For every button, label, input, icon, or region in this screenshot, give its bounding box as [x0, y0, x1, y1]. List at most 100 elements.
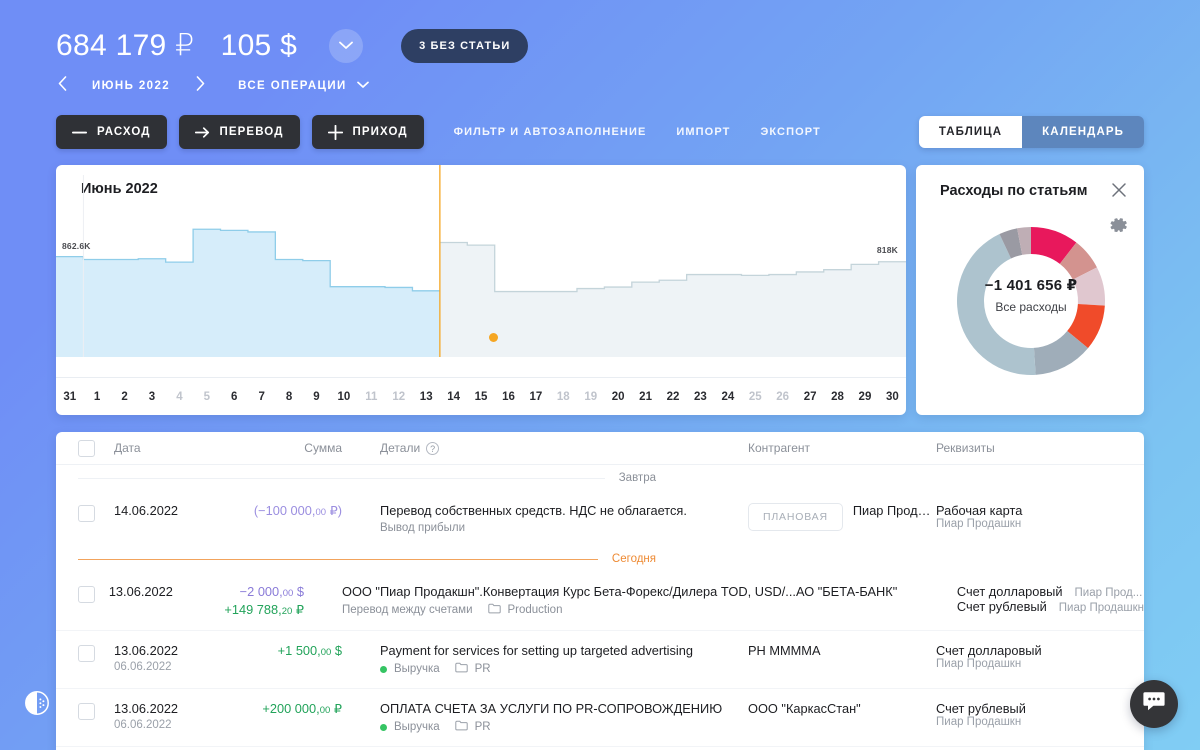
- table-row[interactable]: 13.06.202213.06.2022+97 000,00 ₽+27 000,…: [56, 746, 1144, 750]
- chart-x-tick: 29: [858, 390, 872, 403]
- row-date: 14.06.2022: [114, 503, 179, 518]
- requisite-account: Счет рублевый: [956, 599, 1047, 614]
- expense-button[interactable]: РАСХОД: [56, 115, 167, 149]
- row-folder-label: PR: [474, 663, 491, 675]
- row-description: ОПЛАТА СЧЕТА ЗА УСЛУГИ ПО PR-СОПРОВОЖДЕН…: [380, 701, 723, 716]
- close-icon[interactable]: [1110, 181, 1128, 199]
- no-article-pill[interactable]: 3 БЕЗ СТАТЬИ: [401, 28, 529, 63]
- folder-icon: [487, 603, 501, 617]
- row-details-cell: ОПЛАТА СЧЕТА ЗА УСЛУГИ ПО PR-СОПРОВОЖДЕН…: [352, 701, 748, 734]
- requisite-account: Счет долларовый: [936, 643, 1042, 658]
- transfer-button[interactable]: ПЕРЕВОД: [178, 115, 300, 149]
- row-detail-meta: Выручка PR: [380, 720, 748, 734]
- chart-x-tick: 20: [611, 390, 625, 403]
- table-row[interactable]: 13.06.2022 06.06.2022 +1 500,00 $ Payment f…: [56, 630, 1144, 688]
- chart-x-tick: 13: [419, 390, 433, 403]
- chart-x-tick: 8: [285, 390, 293, 403]
- table-row[interactable]: 13.06.2022 06.06.2022 +200 000,00 ₽ ОПЛАТА …: [56, 688, 1144, 746]
- row-checkbox[interactable]: [78, 645, 95, 662]
- column-header-date[interactable]: Дата: [114, 441, 220, 455]
- requisite-line: Пиар Продашкн: [936, 716, 1144, 728]
- balance-rub: 684 179 ₽: [56, 29, 195, 62]
- row-sum-cell: −2 000,00 $ +149 788,20 ₽: [200, 584, 314, 618]
- row-detail-meta: Выручка PR: [380, 662, 748, 676]
- row-date-cell: 13.06.2022: [109, 584, 200, 599]
- question-icon[interactable]: ?: [426, 442, 440, 456]
- row-checkbox[interactable]: [78, 703, 95, 720]
- column-header-details[interactable]: Детали?: [352, 441, 748, 456]
- prev-period-button[interactable]: [48, 72, 76, 100]
- row-checkbox[interactable]: [78, 586, 95, 603]
- row-date-cell: 14.06.2022: [114, 503, 220, 518]
- row-amount: −2 000,00 $: [239, 584, 304, 599]
- balances-expand-button[interactable]: [329, 28, 364, 63]
- row-select-cell: [78, 701, 114, 720]
- app-logo-icon[interactable]: [24, 690, 50, 716]
- day-group-label: Завтра: [618, 472, 656, 484]
- chart-start-value-label: 862.6K: [62, 241, 91, 251]
- row-description: ООО "Пиар Продакшн".Конвертация Курс Бет…: [342, 584, 796, 599]
- category-dot-icon: [380, 665, 387, 673]
- chat-support-button[interactable]: [1130, 680, 1178, 728]
- chart-plot[interactable]: [56, 165, 906, 377]
- chart-x-tick: 27: [803, 390, 817, 403]
- column-header-counterparty[interactable]: Контрагент: [748, 441, 936, 455]
- current-period-label[interactable]: ИЮНЬ 2022: [76, 80, 186, 92]
- row-folder-label: Production: [507, 604, 563, 616]
- table-row[interactable]: 13.06.2022 −2 000,00 $ +149 788,20 ₽ ООО "П…: [56, 572, 1144, 630]
- export-link[interactable]: ЭКСПОРТ: [760, 126, 820, 138]
- next-period-button[interactable]: [186, 72, 214, 100]
- requisite-line: Пиар Продашкн: [936, 518, 1144, 530]
- donut-center-amount: −1 401 656 ₽: [984, 277, 1078, 294]
- day-group-label: Сегодня: [611, 553, 656, 565]
- category-dot-icon: [380, 723, 387, 731]
- row-sum-cell: +200 000,00 ₽: [220, 701, 352, 717]
- status-badge[interactable]: ПЛАНОВАЯ: [748, 503, 843, 531]
- column-header-sum[interactable]: Сумма: [220, 441, 352, 455]
- donut-center-label: Все расходы: [995, 300, 1067, 314]
- select-all-checkbox[interactable]: [78, 439, 95, 457]
- row-description: Payment for services for setting up targ…: [380, 643, 693, 658]
- requisite-line: Пиар Продашкн: [936, 658, 1144, 670]
- row-counterparty-cell: РН МММMA: [748, 643, 936, 658]
- filter-autofill-link[interactable]: ФИЛЬТР И АВТОЗАПОЛНЕНИЕ: [454, 126, 647, 138]
- action-toolbar: РАСХОД ПЕРЕВОД ПРИХОД ФИЛЬТР И АВТОЗАПОЛ…: [56, 115, 821, 149]
- requisite-owner: Пиар Продашкн: [936, 518, 1022, 530]
- operations-filter-dropdown[interactable]: ВСЕ ОПЕРАЦИИ: [238, 80, 369, 92]
- minus-icon: [72, 131, 87, 134]
- balances-group: 684 179 ₽ 105 $ 3 БЕЗ СТАТЬИ: [56, 28, 529, 63]
- chart-x-tick: 10: [337, 390, 351, 403]
- chart-x-tick: 24: [721, 390, 735, 403]
- row-checkbox[interactable]: [78, 505, 95, 522]
- chart-x-tick: 6: [231, 390, 238, 403]
- chart-x-tick: 30: [885, 390, 899, 403]
- table-body: Завтра 14.06.2022 (−100 000,00 ₽) Перевод с…: [56, 465, 1144, 750]
- tab-table[interactable]: ТАБЛИЦА: [918, 116, 1023, 148]
- balance-chart-card: Июнь 2022 862.6K 818K 31 1 2 3 4 5 6 7 8 9 10 11 12 1…: [56, 165, 906, 415]
- expense-button-label: РАСХОД: [97, 126, 151, 138]
- row-counterparty: ООО "КаркасСтан": [748, 701, 861, 716]
- requisite-account: Счет рублевый: [936, 701, 1026, 716]
- row-counterparty: АО "БЕТА-БАНК": [795, 584, 898, 599]
- tab-calendar[interactable]: КАЛЕНДАРЬ: [1022, 116, 1144, 148]
- row-details-cell: ООО "Пиар Продакшн".Конвертация Курс Бет…: [314, 584, 796, 617]
- top-bar: 684 179 ₽ 105 $ 3 БЕЗ СТАТЬИ ИЮНЬ 2022 В…: [0, 0, 1200, 108]
- row-date: 13.06.2022: [114, 643, 179, 658]
- row-details-cell: Payment for services for setting up targ…: [352, 643, 748, 676]
- chart-x-tick: 7: [258, 390, 265, 403]
- row-details-cell: Перевод собственных средств. НДС не обла…: [352, 503, 748, 534]
- income-button[interactable]: ПРИХОД: [311, 115, 424, 149]
- table-row[interactable]: 14.06.2022 (−100 000,00 ₽) Перевод собстве…: [56, 491, 1144, 546]
- import-link[interactable]: ИМПОРТ: [676, 126, 730, 138]
- requisite-line: Счет рублевый Пиар Продашкн: [957, 599, 1144, 614]
- row-date: 13.06.2022: [108, 584, 173, 599]
- chart-x-tick: 14: [447, 390, 461, 403]
- requisite-owner: Пиар Продашкн: [936, 716, 1022, 728]
- requisite-owner: Пиар Продашкн: [936, 658, 1022, 670]
- chart-x-tick: 31: [63, 390, 77, 403]
- expenses-donut-chart[interactable]: −1 401 656 ₽ Все расходы: [940, 210, 1122, 392]
- row-select-cell: [78, 503, 114, 522]
- row-date-cell: 13.06.2022 06.06.2022: [114, 701, 220, 731]
- column-header-requisites[interactable]: Реквизиты: [936, 441, 1144, 455]
- row-counterparty-cell: ПЛАНОВАЯ Пиар Продашкн ✔: [748, 503, 936, 531]
